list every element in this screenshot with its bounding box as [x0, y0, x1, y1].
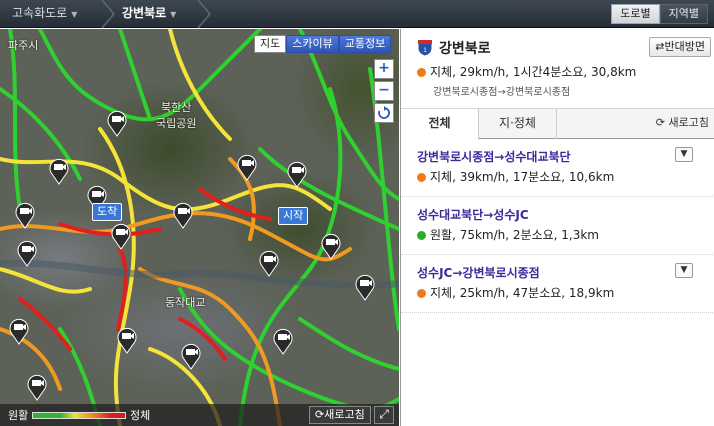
segment-status: 지체, 25km/h, 47분소요, 18,9km [417, 284, 614, 301]
segment-item[interactable]: 강변북로시종점→성수대교북단 지체, 39km/h, 17분소요, 10,6km… [401, 139, 714, 197]
fullscreen-icon: ⤢ [379, 407, 389, 421]
segment-status-text: 원활, 75km/h, 2분소요, 1,3km [430, 228, 600, 242]
cctv-marker-icon[interactable] [8, 317, 30, 345]
status-dot-icon [417, 289, 426, 298]
tab-all[interactable]: 전체 [401, 109, 479, 140]
cctv-marker-icon[interactable] [110, 222, 132, 250]
breadcrumb-separator-icon [101, 0, 115, 28]
route-status-text: 지체, 29km/h, 1시간4분소요, 30,8km [430, 65, 637, 79]
refresh-icon: ⟳ [655, 116, 666, 129]
traffic-legend-bar: 원활 정체 ⟳새로고침 ⤢ [0, 404, 399, 426]
segment-title: 성수대교북단→성수JC [417, 208, 529, 222]
segment-status: 원활, 75km/h, 2분소요, 1,3km [417, 226, 599, 243]
zoom-controls: + − [374, 59, 394, 125]
cctv-marker-icon[interactable] [272, 327, 294, 355]
tab-congestion[interactable]: 지·정체 [479, 109, 557, 139]
cctv-marker-icon[interactable] [26, 373, 48, 401]
map-label-park: 북한산 국립공원 [156, 101, 197, 130]
cctv-marker-icon[interactable] [106, 109, 128, 137]
map-tab-skyview[interactable]: 스카이뷰 [286, 35, 339, 53]
map-type-tabs: 지도 스카이뷰 교통정보 [254, 35, 392, 53]
cctv-marker-icon[interactable] [180, 342, 202, 370]
cctv-marker-icon[interactable] [236, 153, 258, 181]
cctv-marker-icon[interactable] [320, 232, 342, 260]
segment-status-text: 지체, 25km/h, 47분소요, 18,9km [430, 286, 615, 300]
route-status: 지체, 29km/h, 1시간4분소요, 30,8km [417, 63, 636, 80]
route-header: 1 강변북로 ⇄반대방면 지체, 29km/h, 1시간4분소요, 30,8km… [401, 29, 714, 109]
segment-title: 강변북로시종점→성수대교북단 [417, 150, 571, 164]
panel-refresh-button[interactable]: ⟳ 새로고침 [656, 109, 709, 139]
view-by-road-button[interactable]: 도로별 [611, 4, 660, 24]
chevron-down-icon: ▼ [71, 10, 78, 19]
chevron-down-icon: ▼ [680, 149, 688, 159]
segment-title: 성수JC→강변북로시종점 [417, 266, 540, 280]
route-info-panel: 1 강변북로 ⇄반대방면 지체, 29km/h, 1시간4분소요, 30,8km… [400, 29, 714, 426]
breadcrumb-category[interactable]: 고속화도로 ▼ [12, 0, 77, 28]
cctv-marker-icon[interactable] [172, 201, 194, 229]
legend-gradient [32, 412, 126, 419]
segment-status: 지체, 39km/h, 17분소요, 10,6km [417, 168, 614, 185]
fullscreen-button[interactable]: ⤢ [374, 406, 394, 424]
segment-item[interactable]: 성수JC→강변북로시종점 지체, 25km/h, 47분소요, 18,9km ▼ [401, 255, 714, 313]
breadcrumb-separator-icon [197, 0, 211, 28]
cctv-marker-icon[interactable] [14, 201, 36, 229]
rotate-icon [378, 106, 390, 119]
highway-shield-icon: 1 [417, 39, 433, 57]
expand-segment-button[interactable]: ▼ [675, 263, 693, 278]
view-by-region-button[interactable]: 지역별 [659, 4, 708, 24]
map-label-dongjak: 동작대교 [165, 296, 206, 309]
map-refresh-label: 새로고침 [324, 408, 365, 421]
map-tab-traffic[interactable]: 교통정보 [338, 35, 392, 53]
map-label-paju: 파주시 [8, 39, 39, 52]
route-start-flag[interactable]: 시작 [278, 207, 309, 225]
rotate-reset-button[interactable] [374, 103, 394, 123]
legend-smooth-label: 원활 [8, 409, 29, 422]
swap-icon: ⇄ [655, 40, 665, 53]
reverse-direction-button[interactable]: ⇄반대방면 [649, 37, 711, 57]
top-breadcrumb-bar: 고속화도로 ▼ 강변북로 ▼ 도로별 지역별 [0, 0, 714, 28]
status-dot-icon [417, 68, 426, 77]
route-end-flag[interactable]: 도착 [92, 203, 123, 221]
cctv-marker-icon[interactable] [354, 273, 376, 301]
legend-congested-label: 정체 [130, 409, 151, 422]
view-toggle: 도로별 지역별 [611, 4, 708, 24]
status-dot-icon [417, 173, 426, 182]
status-dot-icon [417, 231, 426, 240]
breadcrumb-category-label: 고속화도로 [12, 6, 68, 20]
breadcrumb-road[interactable]: 강변북로 ▼ [122, 0, 176, 28]
map-refresh-button[interactable]: ⟳새로고침 [309, 406, 371, 424]
segment-tabs: 전체 지·정체 ⟳ 새로고침 [401, 109, 714, 140]
panel-refresh-label: 새로고침 [668, 116, 709, 129]
route-subtitle: 강변북로시종점→강변북로시종점 [433, 87, 571, 98]
expand-segment-button[interactable]: ▼ [675, 147, 693, 162]
segment-item[interactable]: 성수대교북단→성수JC 원활, 75km/h, 2분소요, 1,3km [401, 197, 714, 255]
refresh-icon: ⟳ [315, 408, 325, 421]
zoom-in-button[interactable]: + [374, 59, 394, 79]
breadcrumb-road-label: 강변북로 [122, 6, 167, 20]
chevron-down-icon: ▼ [680, 265, 688, 275]
chevron-down-icon: ▼ [170, 10, 177, 19]
cctv-marker-icon[interactable] [286, 160, 308, 188]
map-tab-map[interactable]: 지도 [254, 35, 287, 53]
route-title: 강변북로 [439, 41, 491, 57]
segment-status-text: 지체, 39km/h, 17분소요, 10,6km [430, 170, 615, 184]
cctv-marker-icon[interactable] [116, 326, 138, 354]
cctv-marker-icon[interactable] [258, 249, 280, 277]
cctv-marker-icon[interactable] [48, 157, 70, 185]
traffic-map[interactable]: 파주시 북한산 국립공원 동작대교 도착 시작 지도 스카이뷰 교통정보 + −… [0, 29, 399, 426]
cctv-marker-icon[interactable] [16, 239, 38, 267]
reverse-direction-label: 반대방면 [664, 40, 705, 53]
zoom-out-button[interactable]: − [374, 81, 394, 101]
